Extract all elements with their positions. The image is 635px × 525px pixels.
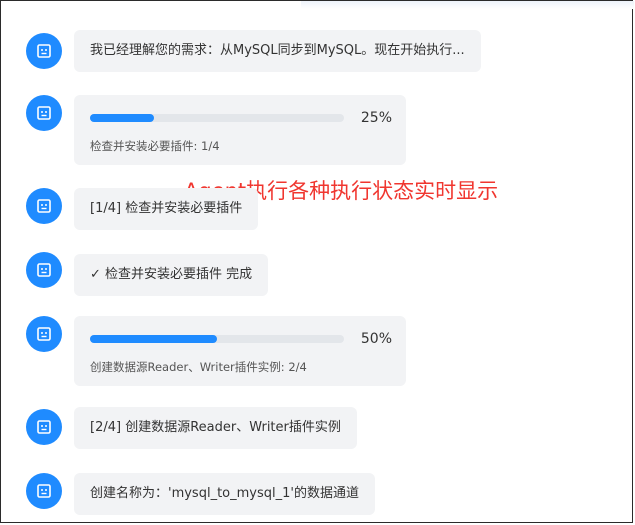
message-bubble: [1/4] 检查并安装必要插件 [74, 188, 259, 230]
progress-percent: 50% [360, 331, 392, 347]
robot-icon [26, 316, 62, 352]
robot-icon [26, 409, 62, 445]
progress-fill [90, 114, 154, 122]
progress-percent: 25% [360, 110, 392, 126]
progress-track [90, 335, 344, 343]
progress-track [90, 114, 344, 122]
message-text: 创建名称为：'mysql_to_mysql_1'的数据通道 [90, 486, 359, 501]
progress-bubble: 25% 检查并安装必要插件: 1/4 [74, 95, 406, 165]
message-bubble: 创建名称为：'mysql_to_mysql_1'的数据通道 [74, 473, 375, 515]
robot-icon [26, 95, 62, 131]
message-text: [2/4] 创建数据源Reader、Writer插件实例 [90, 420, 341, 435]
message-text: [1/4] 检查并安装必要插件 [90, 201, 243, 216]
chat-window: 我已经理解您的需求：从MySQL同步到MySQL。现在开始执行... 25% 检… [0, 0, 634, 523]
robot-icon [26, 33, 62, 69]
progress-bubble: 50% 创建数据源Reader、Writer插件实例: 2/4 [74, 316, 406, 386]
robot-icon [26, 473, 62, 509]
message-text: 我已经理解您的需求：从MySQL同步到MySQL。现在开始执行... [90, 43, 465, 58]
message-bubble: ✓ 检查并安装必要插件 完成 [74, 254, 269, 296]
top-shade [301, 1, 634, 9]
robot-icon [26, 188, 62, 224]
message-bubble: [2/4] 创建数据源Reader、Writer插件实例 [74, 407, 357, 449]
message-text: ✓ 检查并安装必要插件 完成 [90, 267, 253, 282]
progress-caption: 检查并安装必要插件: 1/4 [90, 139, 220, 153]
progress-fill [90, 335, 217, 343]
progress-caption: 创建数据源Reader、Writer插件实例: 2/4 [90, 360, 307, 374]
robot-icon [26, 252, 62, 288]
message-bubble: 我已经理解您的需求：从MySQL同步到MySQL。现在开始执行... [74, 30, 481, 72]
